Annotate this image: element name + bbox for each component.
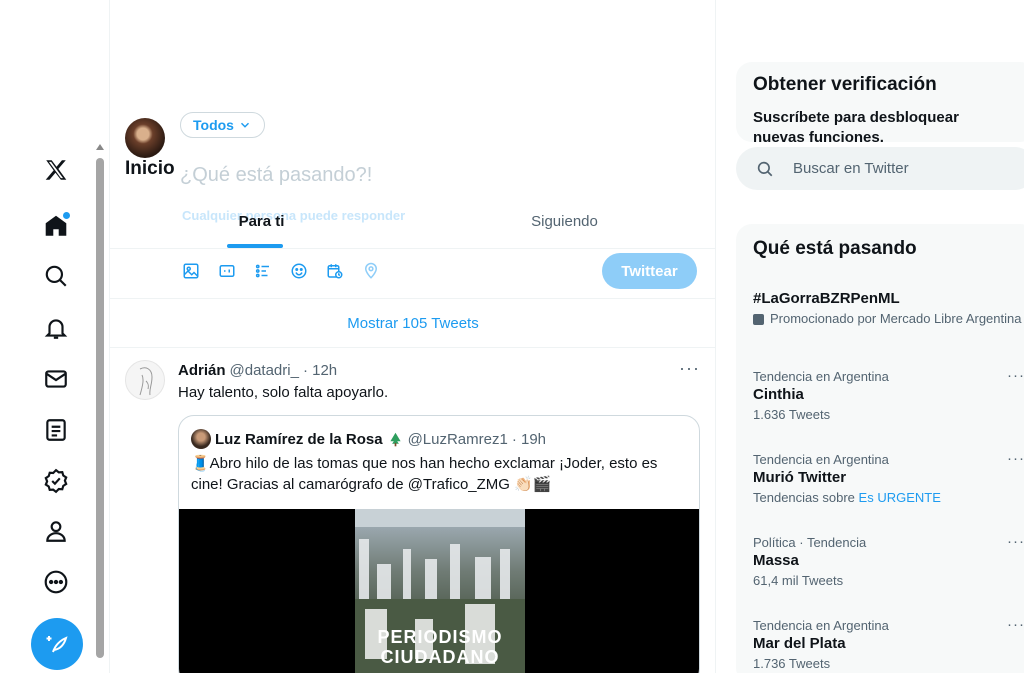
trend-more-icon[interactable]: ···: [1007, 533, 1024, 550]
trend-count: 1.736 Tweets: [753, 656, 831, 671]
app-root: Todos ¿Qué está pasando?! Cualquier pers…: [0, 0, 1024, 673]
scroll-up-arrow-icon[interactable]: [96, 144, 104, 150]
verified-badge-icon[interactable]: [38, 463, 74, 499]
tab-label: Para ti: [238, 213, 285, 230]
trend-more-icon[interactable]: ···: [1007, 367, 1024, 384]
audience-label: Todos: [193, 117, 234, 133]
trend-name: Murió Twitter: [753, 469, 847, 486]
trend-related-label: Tendencias sobre: [753, 490, 855, 505]
tab-para-ti[interactable]: Para ti: [110, 196, 413, 248]
tweet[interactable]: Adrián @datadri_ · 12h ··· Hay talento, …: [110, 350, 716, 673]
trend-name: Mar del Plata: [753, 635, 846, 652]
chevron-down-icon: [240, 122, 249, 128]
trend-item[interactable]: Tendencia en Argentina Mar del Plata 1.7…: [753, 616, 1024, 671]
tweet-more-icon[interactable]: ···: [679, 358, 700, 379]
search-icon: [757, 161, 773, 177]
timeline-tabs: Para ti Siguiendo: [110, 196, 716, 249]
trend-item[interactable]: Tendencia en Argentina Cinthia 1.636 Twe…: [753, 367, 1024, 422]
trend-more-icon[interactable]: ···: [1007, 450, 1024, 467]
page-title: Inicio: [125, 158, 175, 179]
profile-icon[interactable]: [38, 513, 74, 549]
search-box[interactable]: Buscar en Twitter: [736, 147, 1024, 190]
tree-emoji-icon: [389, 432, 401, 446]
notification-dot: [63, 212, 70, 219]
video-overlay-title: PERIODISMO CIUDADANO: [377, 627, 503, 667]
trends-card: Qué está pasando #LaGorraBZRPenML Promoc…: [736, 224, 1024, 673]
trend-item[interactable]: #LaGorraBZRPenML Promocionado por Mercad…: [753, 288, 1023, 327]
trend-context: Tendencia en Argentina: [753, 369, 889, 384]
audience-selector[interactable]: Todos: [180, 112, 265, 138]
search-input[interactable]: Buscar en Twitter: [793, 160, 909, 177]
tab-label: Siguiendo: [531, 213, 598, 230]
tweet-author-name[interactable]: Adrián: [178, 362, 226, 379]
quoted-tweet[interactable]: Luz Ramírez de la Rosa @LuzRamrez1 · 19h…: [178, 415, 700, 673]
explore-icon[interactable]: [38, 258, 74, 294]
trend-more-icon[interactable]: ···: [1007, 616, 1024, 633]
promoted-text: Promocionado por Mercado Libre Argentina: [770, 311, 1022, 326]
trend-related: Tendencias sobre Es URGENTE: [753, 490, 1023, 505]
trend-name: Massa: [753, 552, 799, 569]
compose-input[interactable]: ¿Qué está pasando?!: [180, 164, 372, 187]
tweet-button[interactable]: Twittear: [602, 253, 697, 289]
active-tab-indicator: [227, 244, 283, 248]
tweet-header: Adrián @datadri_ · 12h: [178, 362, 337, 379]
right-sidebar: Obtener verificación Suscríbete para des…: [716, 0, 1024, 673]
gif-icon[interactable]: [216, 260, 238, 282]
trend-context: Tendencia en Argentina: [753, 452, 889, 467]
promoted-label: Promocionado por Mercado Libre Argentina: [753, 311, 1023, 327]
verification-card: Obtener verificación Suscríbete para des…: [736, 62, 1024, 142]
divider: [110, 298, 716, 299]
more-circle-icon[interactable]: [38, 564, 74, 600]
quoted-author-name: Luz Ramírez de la Rosa: [215, 430, 383, 448]
tweet-time[interactable]: · 12h: [303, 362, 337, 379]
scroll-thumb[interactable]: [96, 158, 104, 658]
trend-name: #LaGorraBZRPenML: [753, 290, 900, 307]
trend-count: 1.636 Tweets: [753, 407, 831, 422]
show-more-tweets-link[interactable]: Mostrar 105 Tweets: [110, 300, 716, 348]
feather-plus-icon: [46, 636, 68, 653]
quoted-avatar: [191, 429, 211, 449]
verification-text: Suscríbete para desbloquear nuevas funci…: [753, 109, 959, 142]
trend-name: Cinthia: [753, 386, 804, 403]
poll-icon[interactable]: [252, 260, 274, 282]
scrollbar[interactable]: [94, 144, 106, 673]
location-icon[interactable]: [360, 260, 382, 282]
trend-context: Política · Tendencia: [753, 535, 867, 550]
trend-count: 61,4 mil Tweets: [753, 573, 844, 588]
tweet-avatar[interactable]: [125, 360, 165, 400]
promoted-icon: [753, 314, 764, 325]
compose-tweet-button[interactable]: [31, 618, 83, 670]
tweet-author-handle[interactable]: @datadri_: [230, 362, 299, 379]
tab-siguiendo[interactable]: Siguiendo: [413, 196, 716, 248]
trend-item[interactable]: Política · Tendencia Massa 61,4 mil Twee…: [753, 533, 1024, 588]
quoted-text: 🧵Abro hilo de las tomas que nos han hech…: [191, 455, 658, 493]
video-media[interactable]: PERIODISMO CIUDADANO: [179, 509, 699, 673]
quoted-tweet-header: Luz Ramírez de la Rosa @LuzRamrez1 · 19h: [191, 429, 546, 449]
left-nav: [0, 0, 110, 673]
notifications-bell-icon[interactable]: [38, 310, 74, 346]
messages-envelope-icon[interactable]: [38, 361, 74, 397]
trends-title: Qué está pasando: [753, 238, 917, 259]
emoji-icon[interactable]: [288, 260, 310, 282]
home-icon[interactable]: [38, 208, 74, 244]
verification-title: Obtener verificación: [753, 74, 937, 95]
schedule-icon[interactable]: [324, 260, 346, 282]
user-avatar[interactable]: [125, 118, 165, 158]
compose-toolbar: Twittear: [180, 253, 706, 289]
quoted-time: · 19h: [511, 430, 547, 448]
media-icon[interactable]: [180, 260, 202, 282]
tweet-text: Hay talento, solo falta apoyarlo.: [178, 384, 389, 401]
main-timeline: Todos ¿Qué está pasando?! Cualquier pers…: [110, 0, 716, 673]
trend-item[interactable]: Tendencia en Argentina Murió Twitter Ten…: [753, 450, 1024, 505]
trend-context: Tendencia en Argentina: [753, 618, 889, 633]
lists-icon[interactable]: [38, 412, 74, 448]
x-logo-icon[interactable]: [38, 152, 74, 188]
quoted-author-handle: @LuzRamrez1: [407, 430, 508, 448]
trend-related-link[interactable]: Es URGENTE: [859, 490, 941, 505]
video-thumbnail: PERIODISMO CIUDADANO: [355, 509, 525, 673]
